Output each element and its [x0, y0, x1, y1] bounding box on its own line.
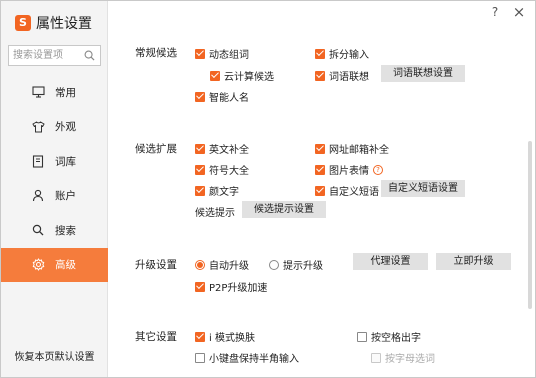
book-icon [31, 154, 45, 168]
dynamic-phrase-checkbox[interactable]: 动态组词 [195, 46, 249, 61]
candidate-hint-label: 候选提示 [195, 208, 235, 219]
radio-selected[interactable] [195, 259, 205, 270]
sidebar-item-label: 外观 [55, 121, 76, 134]
sidebar-nav: 常用 外观 词库 账户 搜索 高级 [1, 75, 108, 282]
checkbox-unchecked[interactable] [357, 331, 367, 342]
checkbox-checked[interactable] [315, 70, 325, 81]
cloud-candidates-checkbox[interactable]: 云计算候选 [210, 68, 274, 83]
upgrade-now-button[interactable]: 立即升级 [436, 253, 511, 270]
window-controls: ? × [483, 3, 531, 21]
word-association-checkbox[interactable]: 词语联想 [315, 68, 369, 83]
search-icon [31, 223, 45, 237]
monitor-icon [31, 85, 45, 99]
i-mode-skin-checkbox[interactable]: i 模式换肤 [195, 329, 255, 344]
checkbox-checked[interactable] [195, 164, 205, 175]
kaomoji-checkbox[interactable]: 颜文字 [195, 183, 239, 198]
checkbox-checked[interactable] [315, 185, 325, 196]
checkbox-checked[interactable] [195, 185, 205, 196]
content-scrollbar[interactable] [525, 23, 535, 377]
sidebar-item-lexicon[interactable]: 词库 [1, 144, 108, 179]
split-input-checkbox[interactable]: 拆分输入 [315, 46, 369, 61]
settings-window: S 属性设置 常用 外观 [0, 0, 536, 378]
sidebar: S 属性设置 常用 外观 [1, 1, 108, 377]
custom-phrase-settings-button[interactable]: 自定义短语设置 [381, 180, 465, 197]
gear-icon [31, 258, 45, 272]
alpha-select-checkbox[interactable]: 按字母选词 [371, 350, 435, 365]
url-email-complete-checkbox[interactable]: 网址邮箱补全 [315, 141, 389, 156]
app-brand: S 属性设置 [15, 13, 92, 33]
section-title-candidates: 常规候选 [135, 47, 177, 59]
sidebar-item-label: 高级 [55, 259, 76, 272]
search-input[interactable] [9, 46, 81, 65]
shirt-icon [31, 120, 45, 134]
app-title: 属性设置 [36, 16, 92, 32]
sidebar-item-appearance[interactable]: 外观 [1, 110, 108, 145]
user-icon [31, 189, 45, 203]
sidebar-item-label: 常用 [55, 86, 76, 99]
candidate-hint-settings-button[interactable]: 候选提示设置 [242, 201, 326, 218]
space-output-checkbox[interactable]: 按空格出字 [357, 329, 421, 344]
checkbox-checked[interactable] [195, 281, 205, 292]
english-complete-checkbox[interactable]: 英文补全 [195, 141, 249, 156]
radio-unselected[interactable] [269, 259, 279, 270]
word-association-settings-button[interactable]: 词语联想设置 [381, 65, 465, 82]
close-button[interactable]: × [507, 3, 531, 21]
sidebar-item-label: 词库 [55, 155, 76, 168]
reset-defaults-button[interactable]: 恢复本页默认设置 [1, 347, 108, 369]
image-emoji-checkbox[interactable]: 图片表情 ? [315, 162, 383, 177]
sidebar-item-label: 账户 [55, 190, 76, 203]
checkbox-checked[interactable] [195, 48, 205, 59]
numpad-halfwidth-checkbox[interactable]: 小键盘保持半角输入 [195, 350, 299, 365]
checkbox-unchecked[interactable] [195, 352, 205, 363]
auto-upgrade-radio[interactable]: 自动升级 [195, 257, 249, 272]
checkbox-checked[interactable] [210, 70, 220, 81]
checkbox-checked[interactable] [195, 91, 205, 102]
checkbox-checked[interactable] [195, 143, 205, 154]
scrollbar-thumb[interactable] [528, 141, 532, 309]
notify-upgrade-radio[interactable]: 提示升级 [269, 257, 323, 272]
p2p-upgrade-checkbox[interactable]: P2P升级加速 [195, 279, 267, 294]
custom-phrase-checkbox[interactable]: 自定义短语 [315, 183, 379, 198]
section-title-upgrade: 升级设置 [135, 259, 177, 271]
proxy-settings-button[interactable]: 代理设置 [353, 253, 428, 270]
section-title-expansion: 候选扩展 [135, 143, 177, 155]
checkbox-checked[interactable] [195, 331, 205, 342]
sidebar-item-account[interactable]: 账户 [1, 179, 108, 214]
checkbox-checked[interactable] [315, 143, 325, 154]
section-title-other: 其它设置 [135, 331, 177, 343]
sidebar-item-label: 搜索 [55, 224, 76, 237]
help-circle-icon[interactable]: ? [373, 164, 383, 175]
checkbox-checked[interactable] [315, 164, 325, 175]
settings-content: 常规候选 动态组词 云计算候选 智能人名 拆分输入 词语联想 词语联想设置 候选… [109, 21, 525, 377]
sidebar-item-advanced[interactable]: 高级 [1, 247, 108, 282]
symbol-complete-checkbox[interactable]: 符号大全 [195, 162, 249, 177]
settings-search[interactable] [8, 45, 101, 66]
sidebar-item-search[interactable]: 搜索 [1, 213, 108, 248]
search-icon[interactable] [84, 50, 95, 61]
checkbox-disabled[interactable] [371, 352, 381, 363]
smart-name-checkbox[interactable]: 智能人名 [195, 89, 249, 104]
sogou-logo-icon: S [15, 15, 31, 31]
help-button[interactable]: ? [483, 3, 507, 21]
sidebar-item-common[interactable]: 常用 [1, 75, 108, 110]
checkbox-checked[interactable] [315, 48, 325, 59]
